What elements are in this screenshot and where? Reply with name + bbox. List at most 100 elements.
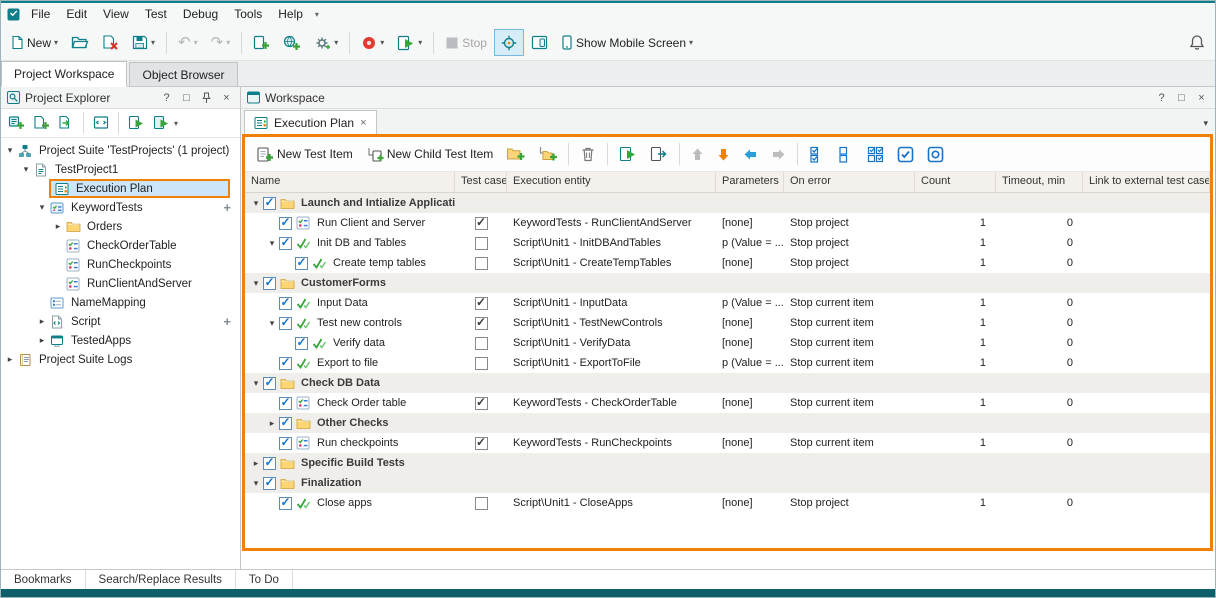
menu-help[interactable]: Help (270, 5, 311, 23)
column-header-name[interactable]: Name (245, 172, 455, 192)
radio-group-button[interactable] (921, 140, 950, 168)
column-header-timeout[interactable]: Timeout, min (996, 172, 1083, 192)
tree-expand-icon[interactable]: ▾ (3, 145, 17, 156)
open-button[interactable] (65, 29, 95, 56)
undo-button[interactable]: ↶▾ (172, 29, 204, 56)
new-project-item-button[interactable] (29, 111, 53, 135)
add-existing-item-button[interactable] (277, 29, 307, 56)
enabled-checkbox[interactable] (279, 437, 292, 450)
row-expand-icon[interactable]: ▾ (265, 238, 279, 249)
run-project-suite-button[interactable] (149, 111, 173, 135)
row-expand-icon[interactable]: ▾ (249, 478, 263, 489)
plan-item-row[interactable]: Check Order tableKeywordTests - CheckOrd… (245, 393, 1210, 413)
tab-project-workspace[interactable]: Project Workspace (1, 61, 127, 87)
enabled-checkbox[interactable] (279, 317, 292, 330)
new-child-group-button[interactable] (532, 140, 563, 168)
enabled-checkbox[interactable] (263, 477, 276, 490)
plan-group-row[interactable]: ▸Specific Build Tests (245, 453, 1210, 473)
test-case-checkbox[interactable] (475, 437, 488, 450)
add-new-item-button[interactable] (247, 29, 276, 56)
uncheck-selected-button[interactable] (832, 140, 860, 168)
tree-item-testedapps[interactable]: ▸TestedApps (1, 331, 240, 350)
tree-item-keywordtests[interactable]: ▾KeywordTests+ (1, 198, 240, 217)
run-project-button[interactable] (124, 111, 148, 135)
enabled-checkbox[interactable] (295, 257, 308, 270)
tree-expand-icon[interactable]: ▾ (35, 202, 49, 213)
enabled-checkbox[interactable] (263, 377, 276, 390)
help-icon[interactable]: ? (1154, 92, 1169, 104)
enabled-checkbox[interactable] (263, 277, 276, 290)
test-case-checkbox[interactable] (475, 237, 488, 250)
tab-close-icon[interactable]: × (360, 117, 366, 129)
test-case-checkbox[interactable] (475, 357, 488, 370)
tab-object-browser[interactable]: Object Browser (129, 62, 237, 86)
tree-expand-icon[interactable]: ▾ (19, 164, 33, 175)
plan-item-row[interactable]: Input DataScript\Unit1 - InputDatap (Val… (245, 293, 1210, 313)
column-header-test-case[interactable]: Test case (455, 172, 507, 192)
row-expand-icon[interactable]: ▸ (249, 458, 263, 469)
tree-item-project-suite-testprojects-1-project[interactable]: ▾Project Suite 'TestProjects' (1 project… (1, 141, 240, 160)
row-expand-icon[interactable]: ▾ (265, 318, 279, 329)
column-header-execution-entity[interactable]: Execution entity (507, 172, 716, 192)
move-right-button[interactable] (765, 140, 792, 168)
test-case-checkbox[interactable] (475, 497, 488, 510)
tree-item-checkordertable[interactable]: CheckOrderTable (1, 236, 240, 255)
column-header-count[interactable]: Count (915, 172, 996, 192)
test-case-checkbox[interactable] (475, 337, 488, 350)
tree-item-script[interactable]: ▸Script+ (1, 312, 240, 331)
plan-item-row[interactable]: Create temp tablesScript\Unit1 - CreateT… (245, 253, 1210, 273)
column-header-on-error[interactable]: On error (784, 172, 915, 192)
plan-group-row[interactable]: ▾Check DB Data (245, 373, 1210, 393)
enabled-checkbox[interactable] (279, 297, 292, 310)
menu-tools[interactable]: Tools (226, 5, 270, 23)
tree-expand-icon[interactable]: ▸ (51, 221, 65, 232)
add-item-icon[interactable]: + (223, 200, 231, 215)
enabled-checkbox[interactable] (279, 237, 292, 250)
plan-item-row[interactable]: ▾Init DB and TablesScript\Unit1 - InitDB… (245, 233, 1210, 253)
redo-button[interactable]: ↷▾ (205, 29, 237, 56)
new-button[interactable]: New▾ (5, 29, 64, 56)
close-document-button[interactable] (96, 29, 125, 56)
plan-group-row[interactable]: ▾Launch and Intialize Applications (245, 193, 1210, 213)
tree-item-runcheckpoints[interactable]: RunCheckpoints (1, 255, 240, 274)
close-icon[interactable]: × (1194, 92, 1209, 104)
plan-item-row[interactable]: ▾Test new controlsScript\Unit1 - TestNew… (245, 313, 1210, 333)
toolbar-dropdown-icon[interactable]: ▾ (174, 119, 178, 128)
code-editor-button[interactable] (89, 111, 113, 135)
tree-item-testproject1[interactable]: ▾TestProject1 (1, 160, 240, 179)
run-button[interactable]: ▾ (391, 29, 428, 56)
record-button[interactable]: ▾ (355, 29, 390, 56)
tree-item-namemapping[interactable]: NameMapping (1, 293, 240, 312)
test-case-checkbox[interactable] (475, 297, 488, 310)
add-item-icon[interactable]: + (223, 314, 231, 329)
enabled-checkbox[interactable] (279, 397, 292, 410)
tab-execution-plan[interactable]: Execution Plan × (244, 110, 377, 134)
delete-button[interactable] (574, 140, 602, 168)
maximize-icon[interactable]: □ (1174, 92, 1189, 104)
menu-edit[interactable]: Edit (58, 5, 95, 23)
enabled-checkbox[interactable] (279, 497, 292, 510)
plan-item-row[interactable]: Run checkpointsKeywordTests - RunCheckpo… (245, 433, 1210, 453)
notifications-button[interactable] (1183, 29, 1211, 56)
show-mobile-screen-button[interactable]: Show Mobile Screen▾ (555, 29, 699, 56)
tree-expand-icon[interactable]: ▸ (35, 335, 49, 346)
plan-item-row[interactable]: Export to fileScript\Unit1 - ExportToFil… (245, 353, 1210, 373)
enabled-checkbox[interactable] (263, 197, 276, 210)
plan-group-row[interactable]: ▾CustomerForms (245, 273, 1210, 293)
enabled-checkbox[interactable] (279, 217, 292, 230)
tab-list-dropdown-icon[interactable]: ▾ (1203, 118, 1208, 129)
row-expand-icon[interactable]: ▾ (249, 378, 263, 389)
plan-group-row[interactable]: ▸Other Checks (245, 413, 1210, 433)
enabled-checkbox[interactable] (263, 457, 276, 470)
tree-item-execution-plan[interactable]: Execution Plan (1, 179, 240, 198)
tab-bookmarks[interactable]: Bookmarks (1, 570, 86, 589)
test-case-checkbox[interactable] (475, 217, 488, 230)
menu-test[interactable]: Test (137, 5, 175, 23)
tab-to-do[interactable]: To Do (236, 570, 293, 589)
convert-test-button[interactable] (644, 140, 674, 168)
test-case-checkbox[interactable] (475, 317, 488, 330)
move-down-button[interactable] (711, 140, 736, 168)
plan-item-row[interactable]: Verify dataScript\Unit1 - VerifyData[non… (245, 333, 1210, 353)
plan-item-row[interactable]: Run Client and ServerKeywordTests - RunC… (245, 213, 1210, 233)
add-suite-item-button[interactable] (4, 111, 28, 135)
